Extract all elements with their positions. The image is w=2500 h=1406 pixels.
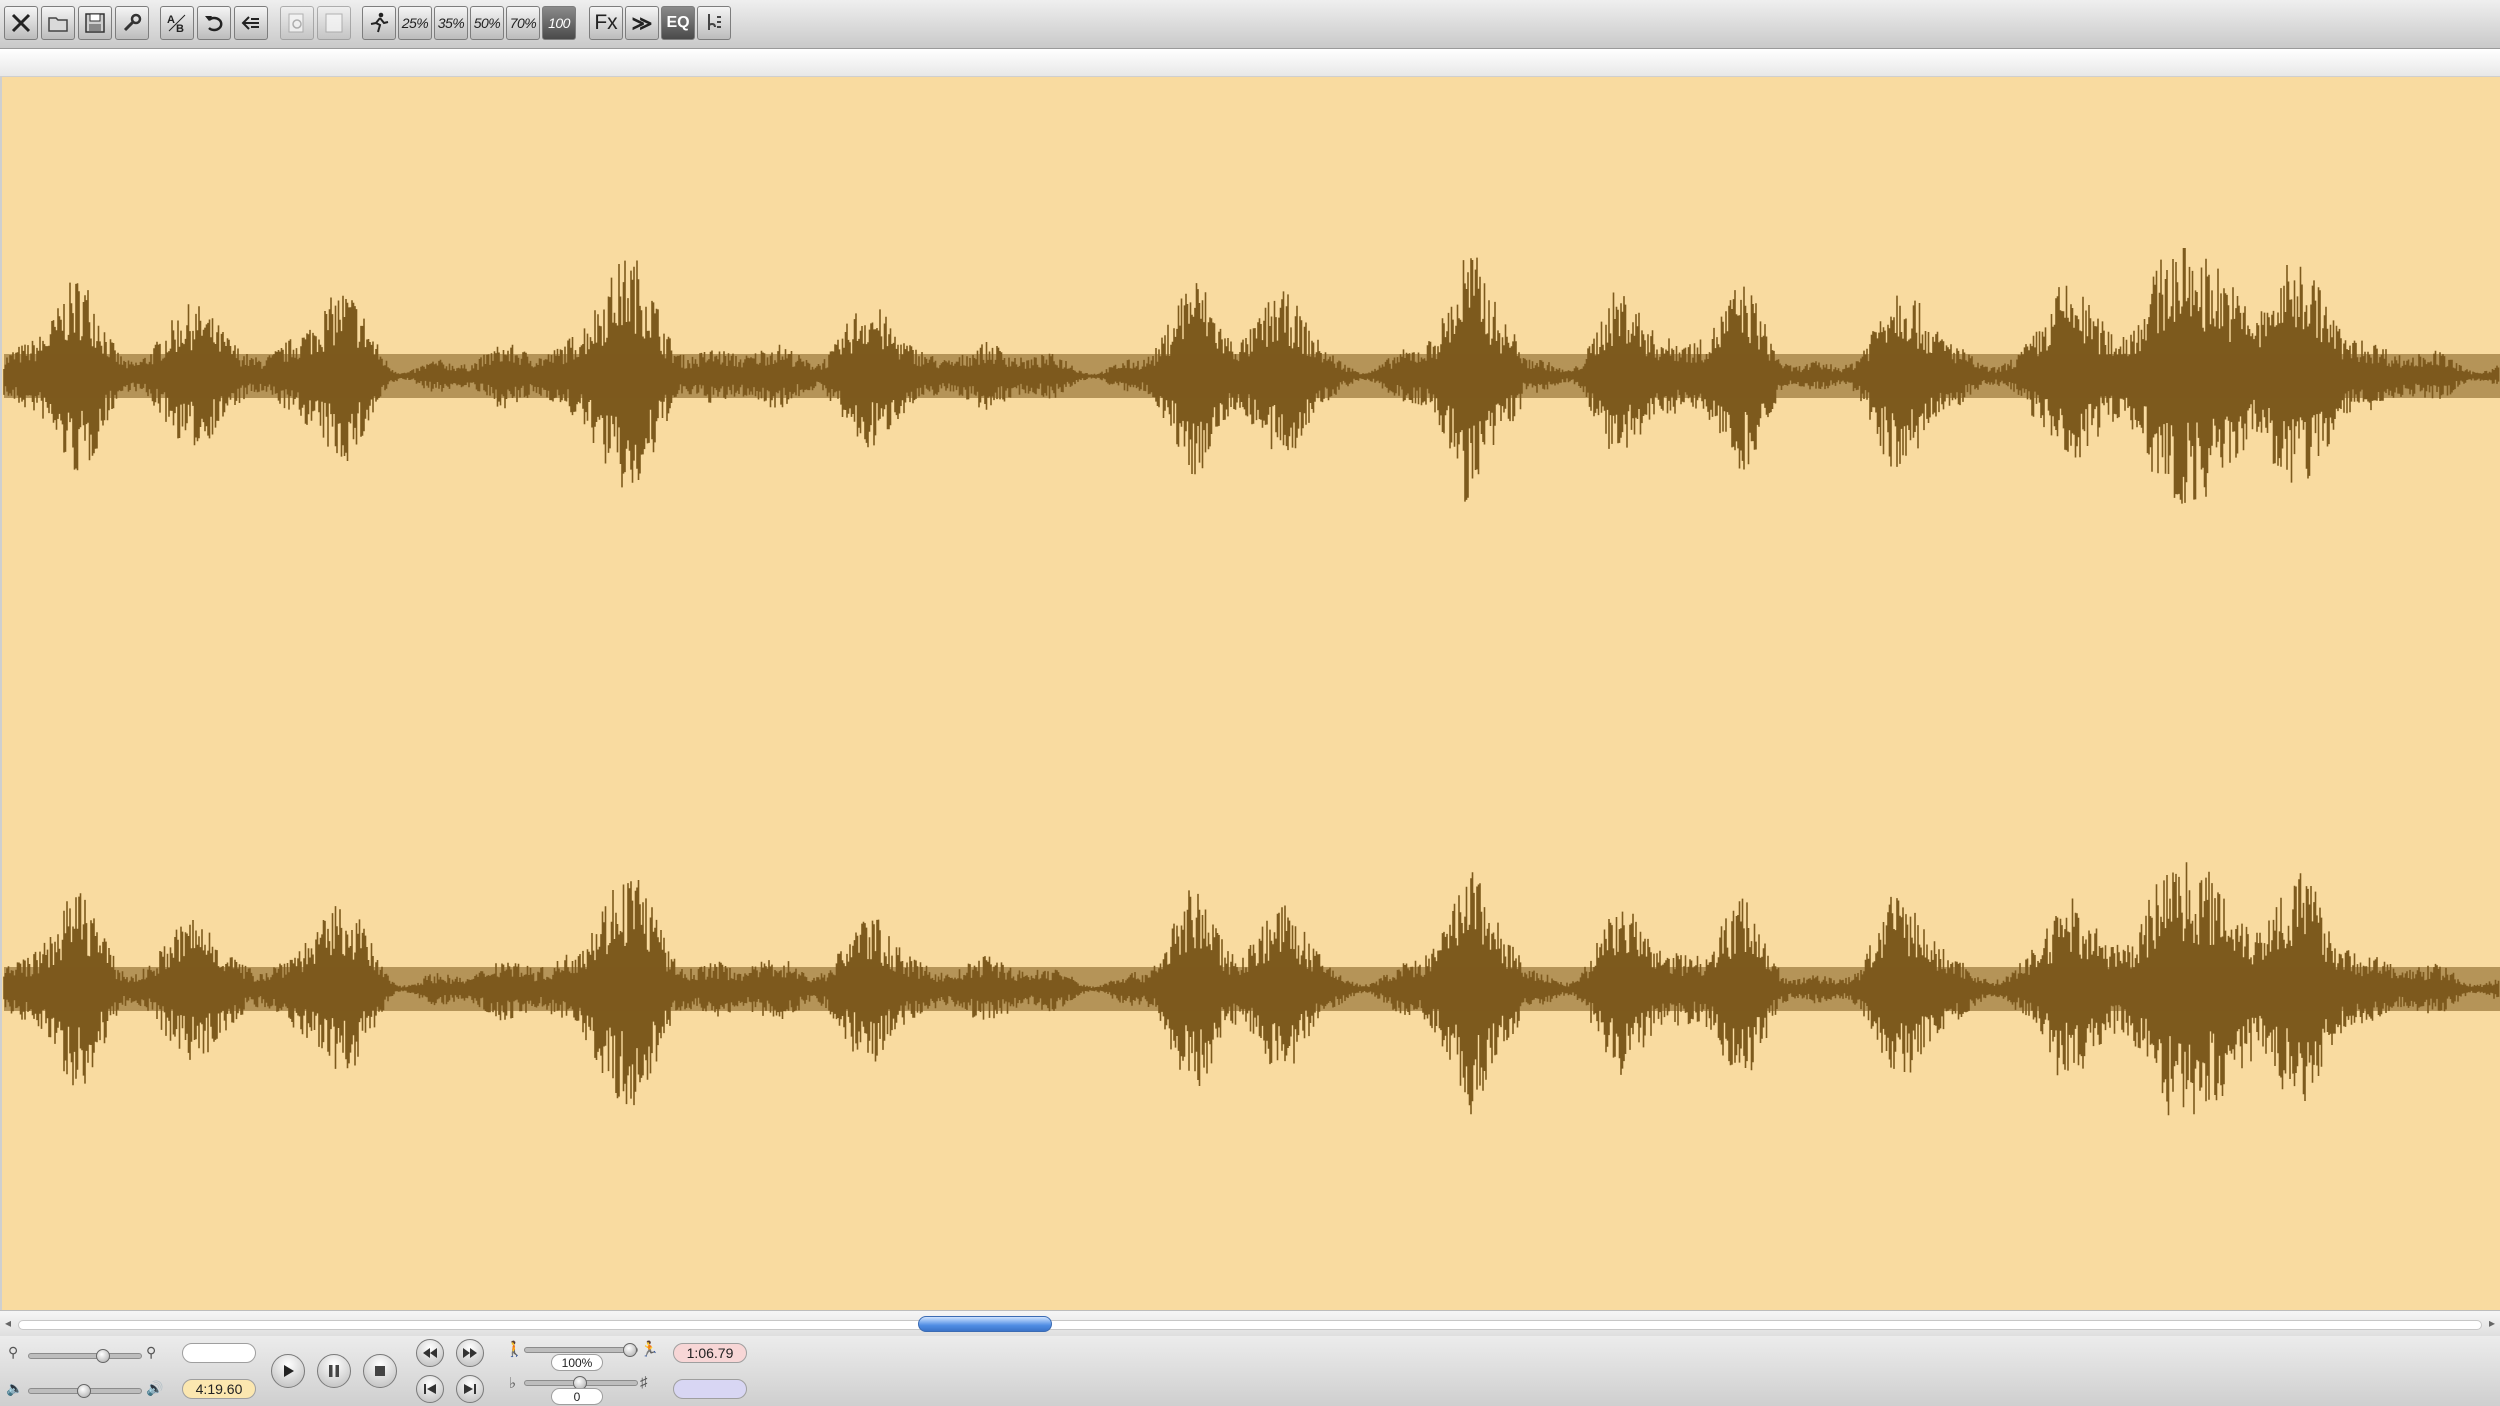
volume-slider-knob[interactable] [77,1384,91,1398]
waveform-canvas[interactable] [2,77,2500,1310]
scroll-thumb[interactable] [918,1316,1052,1332]
zoom-in-icon[interactable]: ⚲ [146,1344,156,1361]
speed-slider[interactable] [524,1347,638,1353]
waveform-view[interactable] [0,77,2500,1310]
fx-button[interactable]: Fx [589,6,623,40]
speed-50-button[interactable]: 50% [470,6,504,40]
runner-icon [370,12,389,33]
pause-icon [329,1365,339,1377]
open-folder-icon [48,17,68,32]
settings-button[interactable] [115,6,149,40]
svg-text:B: B [176,23,184,35]
close-icon [11,13,31,33]
blank-button[interactable] [317,6,351,40]
flat-icon: ♭ [509,1375,517,1392]
waveform-channel-left [3,248,2500,504]
scroll-track[interactable] [18,1320,2482,1330]
undo-icon [205,16,223,32]
next-button[interactable] [456,1375,484,1403]
wrench-icon [123,13,142,32]
horizontal-scrollbar[interactable]: ◂ ▸ [0,1310,2500,1337]
ab-loop-button[interactable]: AB [160,6,194,40]
marker-field[interactable] [673,1379,747,1399]
preview-icon [288,13,304,33]
rewind-button[interactable] [416,1339,444,1367]
transport-bar: ⚲ ⚲ 🔈 🔊 4:19.60 🚶 🏃 100% ♭ ♯ 0 1:06.79 [0,1336,2500,1406]
fast-runner-icon: 🏃 [640,1341,659,1358]
undo-button[interactable] [197,6,231,40]
fast-forward-button[interactable] [456,1339,484,1367]
scroll-left-icon[interactable]: ◂ [5,1316,11,1330]
search-field[interactable] [182,1343,256,1363]
speed-mode-button[interactable] [362,6,396,40]
back-button[interactable] [234,6,268,40]
blank-icon [325,13,343,33]
speed-100-button[interactable]: 100 [542,6,576,40]
speed-slider-knob[interactable] [623,1343,637,1357]
skip-forward-icon [464,1384,476,1394]
save-icon [85,13,105,33]
stop-icon [375,1366,385,1376]
pause-button[interactable] [317,1354,351,1388]
preview-button[interactable] [280,6,314,40]
toolbar-divider [0,49,2500,77]
forward-button[interactable]: ≫ [625,6,659,40]
save-button[interactable] [78,6,112,40]
pitch-value[interactable]: 0 [551,1388,603,1405]
ab-loop-icon: AB [167,14,186,35]
zoom-out-icon[interactable]: ⚲ [8,1344,18,1361]
rewind-icon [423,1348,437,1358]
music-note-icon [708,14,721,30]
close-button[interactable] [4,6,38,40]
volume-high-icon[interactable]: 🔊 [146,1380,163,1397]
open-button[interactable] [41,6,75,40]
speed-25-button[interactable]: 25% [398,6,432,40]
pitch-button[interactable] [697,6,731,40]
fast-forward-icon [463,1348,477,1358]
eq-button[interactable]: EQ [661,6,695,40]
play-button[interactable] [271,1354,305,1388]
svg-text:A: A [167,14,175,26]
zoom-slider-knob[interactable] [96,1349,110,1363]
stop-button[interactable] [363,1354,397,1388]
main-toolbar: AB 25% 35% 50% 70% 100 Fx ≫ EQ [0,0,2500,49]
current-time: 1:06.79 [673,1343,747,1363]
slow-walker-icon: 🚶 [505,1341,524,1358]
total-time: 4:19.60 [182,1379,256,1399]
sharp-icon: ♯ [640,1374,648,1391]
volume-low-icon[interactable]: 🔈 [6,1380,23,1397]
play-icon [284,1365,294,1377]
speed-70-button[interactable]: 70% [506,6,540,40]
back-icon [241,16,259,30]
waveform-channel-right [3,862,2500,1116]
previous-button[interactable] [416,1375,444,1403]
speed-value[interactable]: 100% [551,1354,603,1371]
speed-35-button[interactable]: 35% [434,6,468,40]
zoom-slider[interactable] [28,1353,142,1359]
skip-back-icon [424,1384,436,1394]
scroll-right-icon[interactable]: ▸ [2489,1316,2495,1330]
